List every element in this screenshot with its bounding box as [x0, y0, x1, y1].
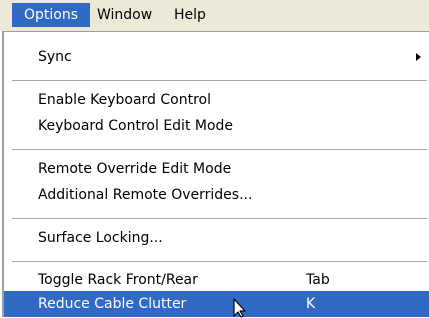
submenu-arrow-icon — [416, 53, 421, 61]
menu-item-surface-locking-label: Surface Locking... — [38, 230, 163, 246]
menu-bar: Options Window Help — [0, 0, 429, 31]
menu-item-toggle-rack-label: Toggle Rack Front/Rear — [38, 272, 198, 288]
menu-separator — [12, 80, 427, 81]
menu-item-toggle-rack-shortcut: Tab — [306, 272, 330, 288]
menubar-options-label: Options — [23, 7, 79, 23]
options-dropdown-menu: Sync Enable Keyboard Control Keyboard Co… — [2, 31, 429, 317]
menubar-help-label: Help — [174, 7, 206, 23]
menubar-window[interactable]: Window — [97, 3, 152, 27]
menu-item-reduce-cable-clutter-shortcut: K — [306, 296, 316, 312]
menubar-window-label: Window — [97, 7, 153, 23]
mouse-pointer-icon — [233, 298, 246, 318]
menu-separator — [12, 218, 427, 219]
menubar-options[interactable]: Options — [12, 3, 90, 27]
menu-item-keyboard-control-edit-mode[interactable]: Keyboard Control Edit Mode — [4, 113, 429, 139]
menu-item-surface-locking[interactable]: Surface Locking... — [4, 225, 429, 251]
menu-item-reduce-cable-clutter[interactable]: Reduce Cable Clutter K — [4, 291, 429, 317]
menu-item-enable-keyboard-control[interactable]: Enable Keyboard Control — [4, 87, 429, 113]
menubar-help[interactable]: Help — [174, 3, 206, 27]
menu-item-toggle-rack[interactable]: Toggle Rack Front/Rear Tab — [4, 267, 429, 293]
menu-item-reduce-cable-clutter-label: Reduce Cable Clutter — [38, 296, 187, 312]
menu-item-additional-remote-overrides-label: Additional Remote Overrides... — [38, 187, 253, 203]
menu-item-sync[interactable]: Sync — [4, 44, 429, 70]
menu-item-remote-override-edit-mode[interactable]: Remote Override Edit Mode — [4, 156, 429, 182]
menu-separator — [12, 261, 427, 262]
menu-item-enable-keyboard-control-label: Enable Keyboard Control — [38, 92, 212, 108]
menu-item-remote-override-edit-mode-label: Remote Override Edit Mode — [38, 161, 232, 177]
menu-item-sync-label: Sync — [38, 49, 72, 65]
menu-item-keyboard-control-edit-mode-label: Keyboard Control Edit Mode — [38, 118, 234, 134]
menu-item-additional-remote-overrides[interactable]: Additional Remote Overrides... — [4, 182, 429, 208]
menu-separator — [12, 149, 427, 150]
